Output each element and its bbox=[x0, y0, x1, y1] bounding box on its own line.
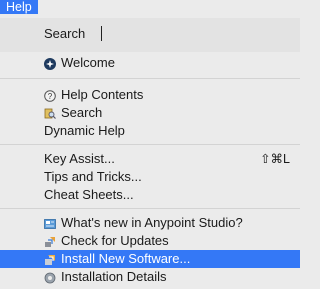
menu-item-check-updates[interactable]: Check for Updates bbox=[0, 232, 300, 250]
news-icon bbox=[44, 217, 56, 229]
question-circle-icon: ? bbox=[44, 89, 56, 102]
install-software-icon bbox=[44, 253, 56, 265]
menu-item-install-new-software[interactable]: Install New Software... bbox=[0, 250, 300, 268]
text-cursor bbox=[101, 26, 102, 41]
key-assist-shortcut: ⇧⌘L bbox=[260, 152, 290, 166]
update-arrows-icon bbox=[44, 235, 56, 247]
svg-text:?: ? bbox=[48, 92, 53, 101]
gear-badge-icon bbox=[44, 57, 56, 70]
menu-item-dynamic-help[interactable]: Dynamic Help bbox=[0, 122, 300, 140]
menu-item-welcome[interactable]: Welcome bbox=[0, 54, 300, 72]
help-menu-dropdown: Search Welcome ? Help Contents Search Dy… bbox=[0, 14, 300, 284]
menu-search-label: Search bbox=[44, 26, 86, 41]
help-menu-title[interactable]: Help bbox=[0, 0, 38, 14]
menu-item-key-assist[interactable]: Key Assist... ⇧⌘L bbox=[0, 150, 300, 168]
separator bbox=[0, 208, 300, 209]
menu-item-tips-and-tricks[interactable]: Tips and Tricks... bbox=[0, 168, 300, 186]
menu-search-input[interactable] bbox=[90, 24, 290, 44]
menu-item-installation-details[interactable]: Installation Details bbox=[0, 268, 300, 286]
gear-details-icon bbox=[44, 271, 56, 284]
menu-item-whats-new[interactable]: What's new in Anypoint Studio? bbox=[0, 214, 300, 232]
search-help-icon bbox=[44, 107, 56, 119]
menu-item-search[interactable]: Search bbox=[0, 104, 300, 122]
separator bbox=[0, 144, 300, 145]
separator bbox=[0, 78, 300, 79]
menu-item-cheat-sheets[interactable]: Cheat Sheets... bbox=[0, 186, 300, 204]
menu-search-row: Search bbox=[0, 18, 300, 52]
menu-item-help-contents[interactable]: ? Help Contents bbox=[0, 86, 300, 104]
